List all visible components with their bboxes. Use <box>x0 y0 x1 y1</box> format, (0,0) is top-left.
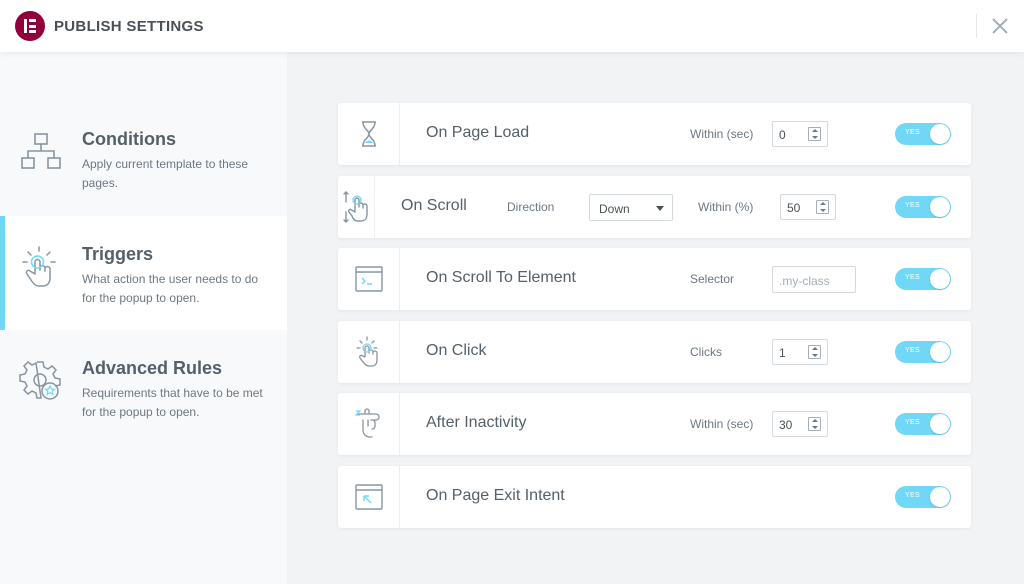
direction-label: Direction <box>507 200 555 214</box>
sitemap-icon <box>21 133 61 169</box>
inactivity-toggle[interactable]: YES <box>895 413 951 435</box>
toggle-label: YES <box>905 202 920 209</box>
elementor-logo-icon <box>15 11 45 41</box>
scroll-to-element-toggle[interactable]: YES <box>895 268 951 290</box>
caret-down-icon <box>656 206 664 211</box>
within-sec-label: Within (sec) <box>690 127 754 141</box>
row-icon-cell <box>338 393 400 455</box>
trigger-row-scroll: On Scroll Direction Down Within (%) 50 Y… <box>338 176 971 238</box>
direction-select[interactable]: Down <box>589 194 673 221</box>
dialog-title: PUBLISH SETTINGS <box>54 18 204 35</box>
toggle-knob <box>930 197 950 217</box>
exit-window-icon <box>355 484 383 510</box>
page-load-toggle[interactable]: YES <box>895 123 951 145</box>
trigger-row-exit-intent: On Page Exit Intent YES <box>338 466 971 528</box>
trigger-name: On Scroll <box>401 197 467 214</box>
inactivity-sec-input[interactable]: 30 <box>772 411 828 437</box>
selector-label: Selector <box>690 272 735 286</box>
toggle-knob <box>930 342 950 362</box>
within-sec-label: Within (sec) <box>690 417 754 431</box>
close-button[interactable] <box>988 14 1012 38</box>
trigger-name: On Click <box>426 342 487 359</box>
tab-advanced-rules[interactable]: Advanced Rules Requirements that have to… <box>0 330 287 444</box>
within-percent-label: Within (%) <box>698 200 754 214</box>
row-icon-cell <box>338 103 400 165</box>
tab-title: Triggers <box>82 244 154 264</box>
spinner-icon[interactable] <box>808 345 821 359</box>
toggle-knob <box>930 487 950 507</box>
click-toggle[interactable]: YES <box>895 341 951 363</box>
spinner-icon[interactable] <box>816 200 829 214</box>
trigger-row-click: On Click Clicks 1 YES <box>338 321 971 383</box>
touch-icon <box>22 246 56 287</box>
trigger-name: After Inactivity <box>426 414 527 431</box>
toggle-label: YES <box>905 419 920 426</box>
toggle-label: YES <box>905 274 920 281</box>
exit-intent-toggle[interactable]: YES <box>895 486 951 508</box>
input-placeholder: .my-class <box>779 274 830 288</box>
trigger-name: On Page Load <box>426 124 530 141</box>
tab-description: Requirements that have to be met for the… <box>82 386 263 419</box>
terminal-window-icon <box>355 266 383 292</box>
hourglass-icon <box>362 121 376 147</box>
input-value: 0 <box>779 128 786 142</box>
tab-description: What action the user needs to do for the… <box>82 272 259 305</box>
tab-title: Advanced Rules <box>82 358 223 378</box>
toggle-knob <box>930 124 950 144</box>
row-icon-cell <box>338 466 400 528</box>
toggle-label: YES <box>905 492 920 499</box>
select-value: Down <box>599 202 630 216</box>
scroll-toggle[interactable]: YES <box>895 196 951 218</box>
clicks-input[interactable]: 1 <box>772 339 828 365</box>
spinner-icon[interactable] <box>808 417 821 431</box>
click-hand-icon <box>356 336 378 367</box>
row-icon-cell <box>338 321 400 383</box>
toggle-label: YES <box>905 129 920 136</box>
input-value: 1 <box>779 346 786 360</box>
toggle-knob <box>930 269 950 289</box>
trigger-row-scroll-to-element: On Scroll To Element Selector .my-class … <box>338 248 971 310</box>
header-divider <box>976 14 977 38</box>
dialog-header: PUBLISH SETTINGS <box>0 0 1024 52</box>
within-percent-input[interactable]: 50 <box>780 194 836 220</box>
row-icon-cell <box>338 176 375 238</box>
triggers-panel: On Page Load Within (sec) 0 YES On Scrol… <box>287 52 1024 584</box>
sidebar: Conditions Apply current template to the… <box>0 52 287 584</box>
input-value: 50 <box>787 201 801 215</box>
toggle-label: YES <box>905 347 920 354</box>
input-value: 30 <box>779 418 793 432</box>
tab-conditions[interactable]: Conditions Apply current template to the… <box>0 101 287 215</box>
tab-title: Conditions <box>82 129 176 149</box>
trigger-row-page-load: On Page Load Within (sec) 0 YES <box>338 103 971 165</box>
idle-hand-icon <box>354 408 380 438</box>
selector-input[interactable]: .my-class <box>772 266 856 293</box>
row-icon-cell <box>338 248 400 310</box>
tab-description: Apply current template to these pages. <box>82 157 249 190</box>
within-sec-input[interactable]: 0 <box>772 121 828 147</box>
spinner-icon[interactable] <box>808 127 821 141</box>
toggle-knob <box>930 414 950 434</box>
close-icon <box>992 18 1008 34</box>
clicks-label: Clicks <box>690 345 722 359</box>
trigger-name: On Page Exit Intent <box>426 487 565 504</box>
trigger-name: On Scroll To Element <box>426 269 576 286</box>
scroll-hand-icon <box>343 191 368 223</box>
gear-star-icon <box>19 361 61 400</box>
trigger-row-inactivity: After Inactivity Within (sec) 30 YES <box>338 393 971 455</box>
tab-triggers[interactable]: Triggers What action the user needs to d… <box>0 216 287 330</box>
